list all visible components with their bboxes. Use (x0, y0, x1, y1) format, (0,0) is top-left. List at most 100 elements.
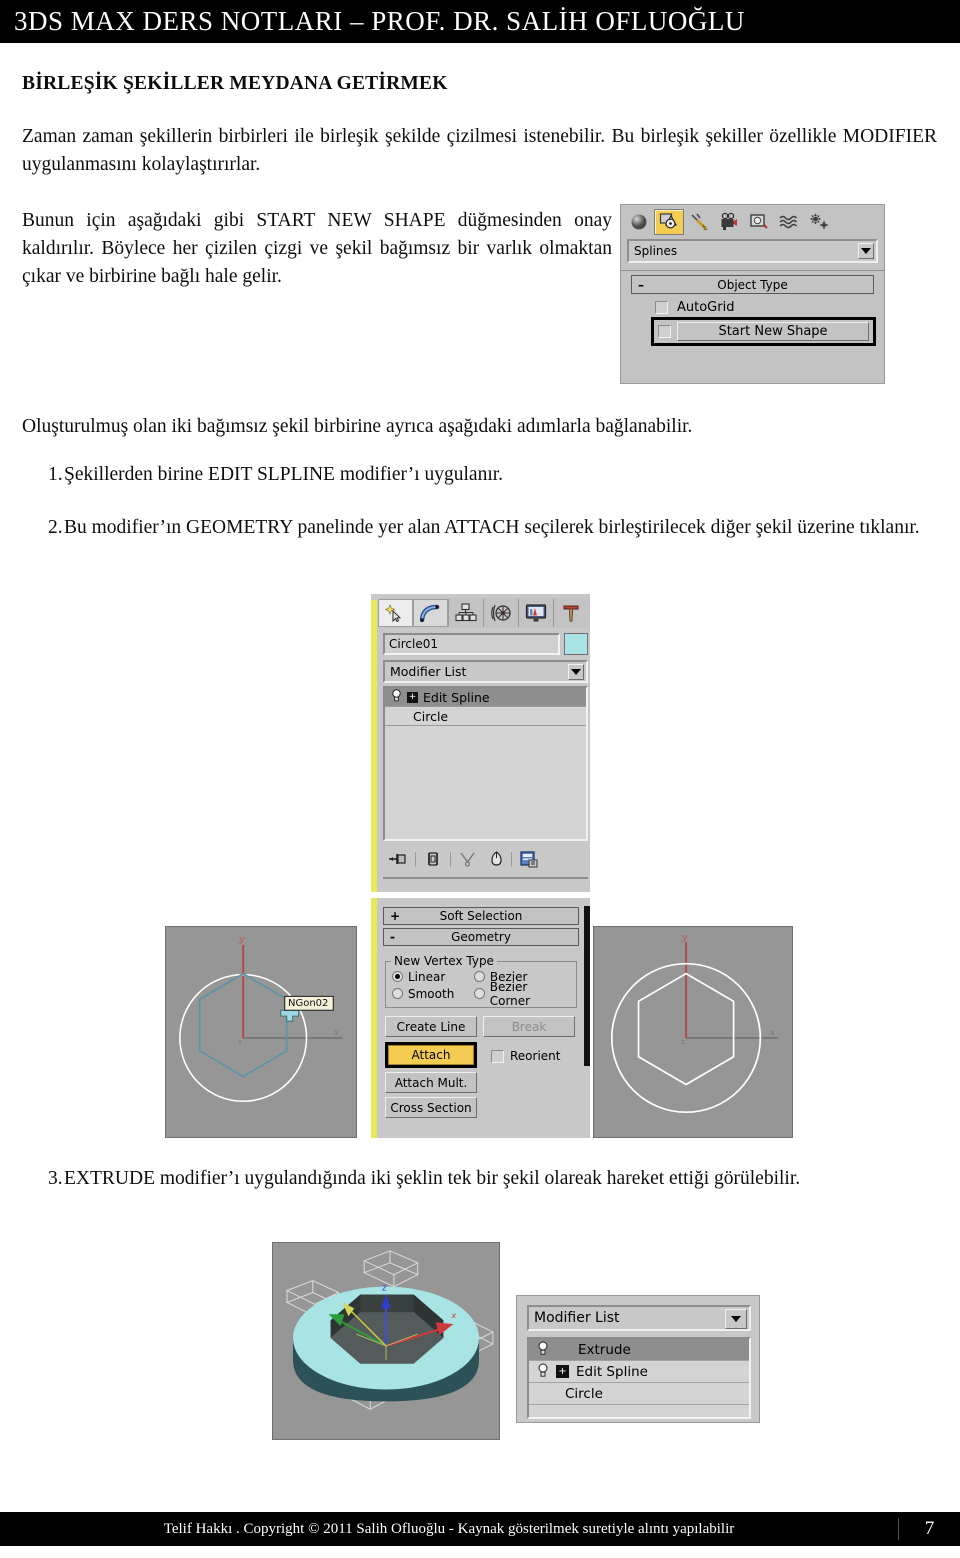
extrude-modifier-list-dropdown[interactable]: Modifier List (527, 1305, 751, 1331)
attach-button[interactable]: Attach (388, 1045, 474, 1065)
vertex-type-linear-label: Linear (408, 969, 446, 984)
break-button[interactable]: Break (483, 1016, 575, 1037)
radio-bezier-corner[interactable] (473, 988, 485, 999)
cameras-icon[interactable] (714, 209, 744, 235)
panel-separator (383, 877, 588, 879)
lightbulb-icon[interactable] (391, 689, 402, 705)
command-panel-edge (371, 600, 377, 892)
show-end-result-icon[interactable] (418, 851, 448, 867)
start-new-shape-button[interactable]: Start New Shape (677, 322, 869, 341)
step-number-1: 1. (48, 464, 63, 485)
create-icon[interactable] (378, 599, 413, 627)
viewport-right-attached[interactable]: y x z (593, 926, 793, 1138)
reorient-label: Reorient (510, 1049, 561, 1063)
soft-selection-rollout-header[interactable]: + Soft Selection (383, 907, 579, 925)
attach-button-highlight: Attach (385, 1042, 477, 1068)
pin-stack-icon[interactable] (383, 851, 413, 867)
radio-linear[interactable] (392, 971, 403, 982)
utilities-icon[interactable] (553, 599, 588, 627)
toolbar-divider (511, 851, 512, 867)
object-name-field[interactable]: Circle01 (383, 633, 560, 655)
rollout-collapse-indicator: - (390, 930, 395, 944)
paragraph-start-new-shape: Bunun için aşağıdaki gibi START NEW SHAP… (22, 210, 612, 287)
viewport-extrude-svg: z x (273, 1243, 499, 1439)
modify-icon[interactable] (413, 599, 448, 627)
modifier-stack-list: + Edit Spline Circle (383, 686, 588, 841)
svg-text:x: x (334, 1028, 339, 1037)
svg-text:y: y (238, 935, 245, 945)
radio-bezier[interactable] (473, 971, 485, 982)
viewport-tooltip-label: NGon02 (288, 998, 329, 1009)
step-item-2: 2. Bu modifier’ın GEOMETRY panelinde yer… (22, 513, 922, 543)
attach-label: Attach (411, 1048, 451, 1062)
modifier-stack-item-edit-spline[interactable]: + Edit Spline (385, 688, 586, 707)
vertex-type-bezier-corner-row[interactable]: Bezier Corner (473, 980, 570, 1008)
expand-plus-icon[interactable]: + (556, 1365, 569, 1378)
autogrid-checkbox-row[interactable]: AutoGrid (655, 300, 884, 315)
start-new-shape-checkbox[interactable] (658, 325, 671, 338)
configure-modifier-sets-icon[interactable] (514, 850, 544, 868)
hierarchy-icon[interactable] (448, 599, 483, 627)
modifier-stack-item-circle[interactable]: Circle (529, 1383, 749, 1405)
viewport-extrude-result[interactable]: z x (272, 1242, 500, 1440)
create-line-button[interactable]: Create Line (385, 1016, 477, 1037)
command-panel-scrollbar[interactable] (584, 906, 590, 1066)
motion-icon[interactable] (483, 599, 518, 627)
geometry-sphere-icon[interactable] (624, 209, 654, 235)
step-text-1: Şekillerden birine EDIT SLPLINE modifier… (64, 464, 504, 485)
modifier-list-dropdown[interactable]: Modifier List (383, 660, 588, 683)
toolbar-divider (450, 851, 451, 867)
autogrid-checkbox[interactable] (655, 301, 668, 314)
vertex-type-linear-row[interactable]: Linear (392, 968, 474, 985)
footer-copyright: Telif Hakkı . Copyright © 2011 Salih Ofl… (163, 1520, 735, 1537)
page-footer: Telif Hakkı . Copyright © 2011 Salih Ofl… (0, 1512, 960, 1546)
expand-plus-icon[interactable]: + (407, 691, 418, 703)
modifier-stack-toolbar (383, 846, 588, 872)
viewport-left-svg: y x z (166, 927, 356, 1137)
reorient-checkbox-row[interactable]: Reorient (491, 1049, 560, 1063)
remove-modifier-icon[interactable] (483, 851, 509, 867)
space-warps-icon[interactable] (774, 209, 804, 235)
extrude-modifier-stack-list: Extrude + Edit Spline Circle (527, 1337, 751, 1419)
page-header-title: 3DS MAX DERS NOTLARI – PROF. DR. SALİH O… (14, 6, 745, 36)
radio-smooth[interactable] (392, 988, 403, 999)
vertex-type-bezier-corner-label: Bezier Corner (489, 979, 531, 1008)
lightbulb-icon[interactable] (537, 1341, 549, 1359)
vertex-type-smooth-label: Smooth (408, 986, 455, 1001)
vertex-type-smooth-row[interactable]: Smooth (392, 985, 474, 1002)
chevron-down-icon[interactable] (858, 243, 874, 259)
chevron-down-icon[interactable] (725, 1309, 747, 1329)
shapes-icon[interactable] (654, 209, 684, 235)
viewport-left-attach[interactable]: y x z NGon02 (165, 926, 357, 1138)
spline-category-dropdown[interactable]: Splines (627, 239, 878, 263)
modifier-stack-item-circle[interactable]: Circle (385, 707, 586, 726)
helpers-icon[interactable] (744, 209, 774, 235)
lightbulb-icon[interactable] (537, 1363, 549, 1381)
paragraph-steps-intro: Oluşturulmuş olan iki bağımsız şekil bir… (22, 416, 693, 437)
modifier-stack-item-extrude[interactable]: Extrude (529, 1339, 749, 1361)
make-unique-icon[interactable] (453, 851, 481, 867)
reorient-checkbox[interactable] (491, 1049, 504, 1063)
create-line-label: Create Line (396, 1019, 466, 1034)
systems-icon[interactable] (804, 209, 834, 235)
object-type-rollout-header[interactable]: – Object Type (631, 275, 874, 294)
chevron-down-icon[interactable] (568, 664, 584, 680)
svg-text:y: y (681, 933, 688, 943)
attach-mult-button[interactable]: Attach Mult. (385, 1072, 477, 1093)
svg-text:x: x (770, 1028, 775, 1037)
geometry-rollout-header[interactable]: - Geometry (383, 928, 579, 946)
spline-category-value: Splines (634, 244, 678, 258)
modifier-stack-item-edit-spline[interactable]: + Edit Spline (529, 1361, 749, 1383)
toolbar-divider (415, 851, 416, 867)
paragraph-intro: Zaman zaman şekillerin birbirleri ile bi… (22, 126, 937, 175)
svg-text:z: z (382, 1284, 387, 1294)
lights-icon[interactable] (684, 209, 714, 235)
new-vertex-type-group: New Vertex Type Linear Bezier Smooth Bez… (385, 954, 577, 1008)
autogrid-label: AutoGrid (677, 300, 735, 315)
object-color-swatch[interactable] (564, 633, 588, 655)
display-icon[interactable] (518, 599, 553, 627)
modifier-stack-label-circle: Circle (565, 1385, 603, 1402)
new-vertex-type-legend: New Vertex Type (394, 954, 494, 968)
command-panel-tabs (378, 598, 590, 628)
cross-section-button[interactable]: Cross Section (385, 1097, 477, 1118)
